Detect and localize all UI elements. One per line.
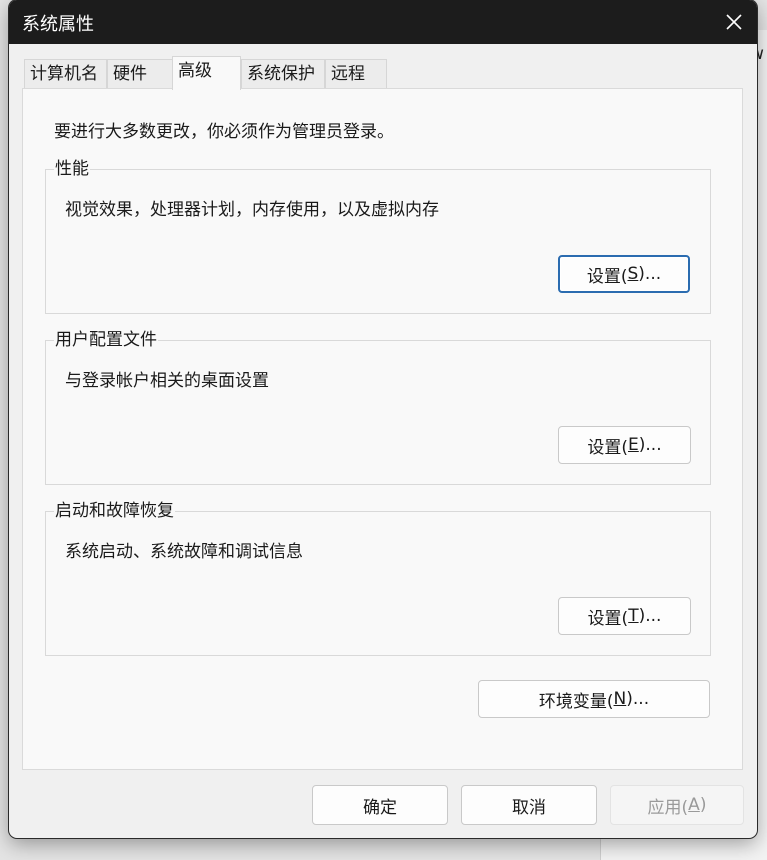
tab-strip: 计算机名 硬件 高级 系统保护 远程 [9,44,757,90]
user-profiles-description: 与登录帐户相关的桌面设置 [65,371,269,391]
access-key: A [688,795,700,815]
button-label-pre: 应用( [647,797,689,818]
button-label-pre: 设置( [586,266,628,287]
system-properties-dialog: 系统属性 计算机名 硬件 高级 系统保护 远程 要进行大多数更改，你必须作为管理… [9,0,757,838]
admin-notice: 要进行大多数更改，你必须作为管理员登录。 [54,122,394,142]
button-label-post: )... [626,689,650,709]
startup-recovery-settings-button[interactable]: 设置(T)... [558,597,691,635]
access-key: E [628,435,639,455]
button-label-post: )... [638,435,662,455]
button-label-pre: 设置( [587,608,629,629]
button-label-pre: 设置( [587,437,629,458]
tab-hardware[interactable]: 硬件 [107,59,173,88]
performance-group-title: 性能 [54,158,90,180]
user-profiles-settings-button[interactable]: 设置(E)... [558,426,691,464]
window-title: 系统属性 [22,14,94,35]
environment-variables-button[interactable]: 环境变量(N)... [478,680,710,718]
close-icon [726,14,742,30]
title-bar[interactable]: 系统属性 [9,0,757,44]
user-profiles-group-title: 用户配置文件 [54,329,158,351]
button-label-post: )... [638,606,662,626]
tab-system-protection[interactable]: 系统保护 [241,59,325,88]
access-key: N [613,689,627,709]
startup-recovery-description: 系统启动、系统故障和调试信息 [65,542,303,562]
access-key: S [627,264,639,284]
button-label-post: ) [699,795,707,815]
startup-recovery-group: 启动和故障恢复 系统启动、系统故障和调试信息 设置(T)... [45,500,711,656]
access-key: T [628,606,639,626]
startup-recovery-group-title: 启动和故障恢复 [54,500,175,522]
user-profiles-group: 用户配置文件 与登录帐户相关的桌面设置 设置(E)... [45,329,711,485]
apply-button[interactable]: 应用(A) [610,785,744,825]
performance-description: 视觉效果，处理器计划，内存使用，以及虚拟内存 [65,200,439,220]
performance-group: 性能 视觉效果，处理器计划，内存使用，以及虚拟内存 设置(S)... [45,158,711,314]
button-label-pre: 环境变量( [538,691,614,712]
tab-computer-name[interactable]: 计算机名 [24,59,107,88]
tab-remote[interactable]: 远程 [325,59,387,88]
button-label-post: )... [638,264,662,284]
ok-button[interactable]: 确定 [312,785,448,825]
close-button[interactable] [711,0,757,44]
tab-panel-advanced: 要进行大多数更改，你必须作为管理员登录。 性能 视觉效果，处理器计划，内存使用，… [22,88,743,770]
performance-settings-button[interactable]: 设置(S)... [558,255,690,293]
cancel-button[interactable]: 取消 [461,785,597,825]
tab-advanced[interactable]: 高级 [172,56,241,90]
